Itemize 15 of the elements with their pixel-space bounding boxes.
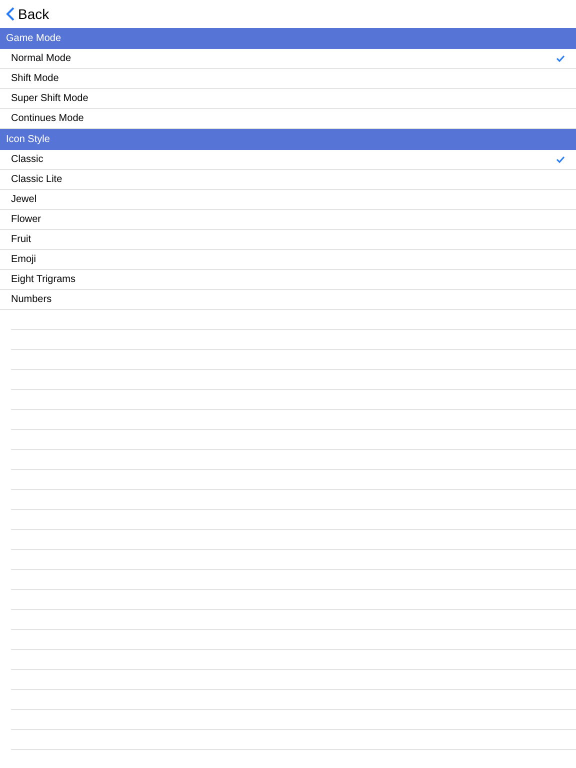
option-row[interactable]: Flower bbox=[0, 210, 576, 230]
option-row[interactable]: Emoji bbox=[0, 250, 576, 270]
option-row[interactable]: Shift Mode bbox=[0, 69, 576, 89]
option-row[interactable]: Numbers bbox=[0, 290, 576, 310]
option-row[interactable]: Jewel bbox=[0, 190, 576, 210]
option-row[interactable]: Eight Trigrams bbox=[0, 270, 576, 290]
section-header: Icon Style bbox=[0, 129, 576, 150]
section-header: Game Mode bbox=[0, 28, 576, 49]
option-row[interactable]: Super Shift Mode bbox=[0, 89, 576, 109]
option-row[interactable]: Classic Lite bbox=[0, 170, 576, 190]
option-row[interactable]: Classic bbox=[0, 150, 576, 170]
chevron-left-icon bbox=[6, 7, 15, 21]
option-row[interactable]: Normal Mode bbox=[0, 49, 576, 69]
option-row[interactable]: Fruit bbox=[0, 230, 576, 250]
back-button[interactable]: Back bbox=[6, 4, 50, 24]
